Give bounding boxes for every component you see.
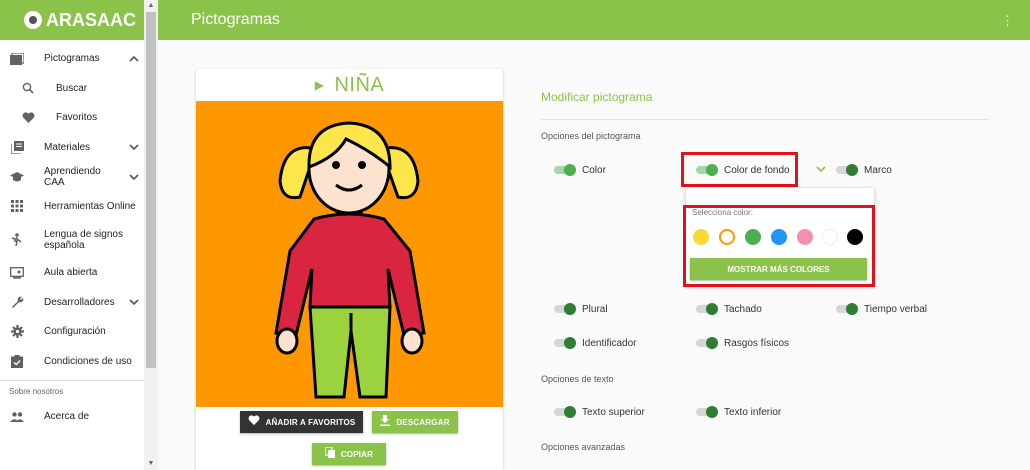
pictogram-title: ▶ NIÑA [196,69,503,101]
copy-button[interactable]: COPIAR [312,443,386,465]
modify-pictogram-panel: Modificar pictograma [541,90,989,120]
people-icon [9,409,25,425]
add-to-favorites-button[interactable]: AÑADIR A FAVORITOS [240,411,363,433]
heart-icon [20,110,36,126]
sidebar-item-configuracion[interactable]: Configuración [0,317,144,347]
frame-switch[interactable] [834,164,858,176]
pictogram-word: NIÑA [334,73,385,96]
logo-icon [24,11,42,29]
sidebar-item-aprendiendo-caa[interactable]: Aprendiendo CAA [0,162,144,192]
top-bar: Pictogramas ⋮ [158,0,1030,40]
sidebar-item-favoritos[interactable]: Favoritos [0,103,144,133]
plural-switch[interactable] [552,303,576,315]
text-options-label: Opciones de texto [541,374,614,384]
toggle-plural[interactable]: Plural [552,303,608,315]
sidebar-item-condiciones-de-uso[interactable]: Condiciones de uso [0,347,144,377]
toggle-identifier[interactable]: Identificador [552,337,636,349]
gear-icon [9,324,25,340]
toggle-bottom-text[interactable]: Texto inferior [694,406,781,418]
sidebar-item-buscar[interactable]: Buscar [0,74,144,104]
advanced-options-label: Opciones avanzadas [541,442,626,452]
more-vert-icon[interactable]: ⋮ [1001,13,1014,29]
chevron-down-icon[interactable] [816,164,826,175]
chevron-up-icon[interactable] [124,53,144,65]
verb-tense-switch[interactable] [834,303,858,315]
pictogram-card: ▶ NIÑA AÑADIR A FAVORITOS DESCARGAR COPI… [196,69,503,470]
toggle-color[interactable]: Color [552,164,606,176]
image-icon [9,51,25,67]
scrollbar-thumb[interactable] [146,12,156,368]
pictogram-image [196,101,503,407]
sidebar: ARASAAC Pictogramas Buscar Favoritos Mat… [0,0,158,470]
toggle-strikethrough[interactable]: Tachado [694,303,762,315]
sidebar-nav: Pictogramas Buscar Favoritos Materiales … [0,44,144,432]
logo-text: ARASAAC [46,9,136,30]
toggle-physical-features[interactable]: Rasgos físicos [694,337,789,349]
page-title: Pictogramas [191,11,280,28]
bottom-text-switch[interactable] [694,406,718,418]
sidebar-section-label: Sobre nosotros [0,380,144,402]
classroom-icon [9,265,25,281]
pictogram-options-label: Opciones del pictograma [541,131,641,141]
sidebar-scrollbar[interactable]: ▲ ▼ [144,0,158,470]
physical-features-switch[interactable] [694,337,718,349]
heart-icon [248,415,260,429]
toggle-frame[interactable]: Marco [834,164,892,176]
panel-title: Modificar pictograma [541,90,989,120]
chevron-down-icon[interactable] [124,171,144,183]
play-triangle-icon[interactable]: ▶ [315,78,325,92]
identifier-switch[interactable] [552,337,576,349]
sidebar-item-pictogramas[interactable]: Pictogramas [0,44,144,74]
girl-pictogram-illustration [274,121,426,399]
school-icon [9,169,25,185]
chevron-down-icon[interactable] [124,296,144,308]
sidebar-item-aula-abierta[interactable]: Aula abierta [0,258,144,288]
sidebar-item-herramientas-online[interactable]: Herramientas Online [0,192,144,222]
highlight-box-color-picker [683,205,875,287]
toggle-top-text[interactable]: Texto superior [552,406,645,418]
library-icon [9,139,25,155]
sidebar-item-materiales[interactable]: Materiales [0,133,144,163]
sidebar-item-acerca-de[interactable]: Acerca de [0,402,144,432]
toggle-verb-tense[interactable]: Tiempo verbal [834,303,927,315]
color-switch[interactable] [552,164,576,176]
download-button[interactable]: DESCARGAR [372,411,458,433]
download-icon [380,415,391,429]
wrench-icon [9,294,25,310]
apps-grid-icon [9,198,25,214]
highlight-box-background-color [681,152,798,187]
scroll-down-arrow-icon[interactable]: ▼ [144,458,158,470]
sidebar-item-lengua-de-signos[interactable]: Lengua de signos española [0,221,144,258]
logo[interactable]: ARASAAC [0,0,157,40]
strikethrough-switch[interactable] [694,303,718,315]
app-root: ARASAAC Pictogramas Buscar Favoritos Mat… [0,0,1030,470]
sign-language-icon [9,232,25,248]
scroll-up-arrow-icon[interactable]: ▲ [144,0,158,12]
chevron-down-icon[interactable] [124,141,144,153]
copy-icon [324,446,335,461]
top-text-switch[interactable] [552,406,576,418]
search-icon [20,80,36,96]
sidebar-item-desarrolladores[interactable]: Desarrolladores [0,288,144,318]
checklist-icon [9,353,25,369]
